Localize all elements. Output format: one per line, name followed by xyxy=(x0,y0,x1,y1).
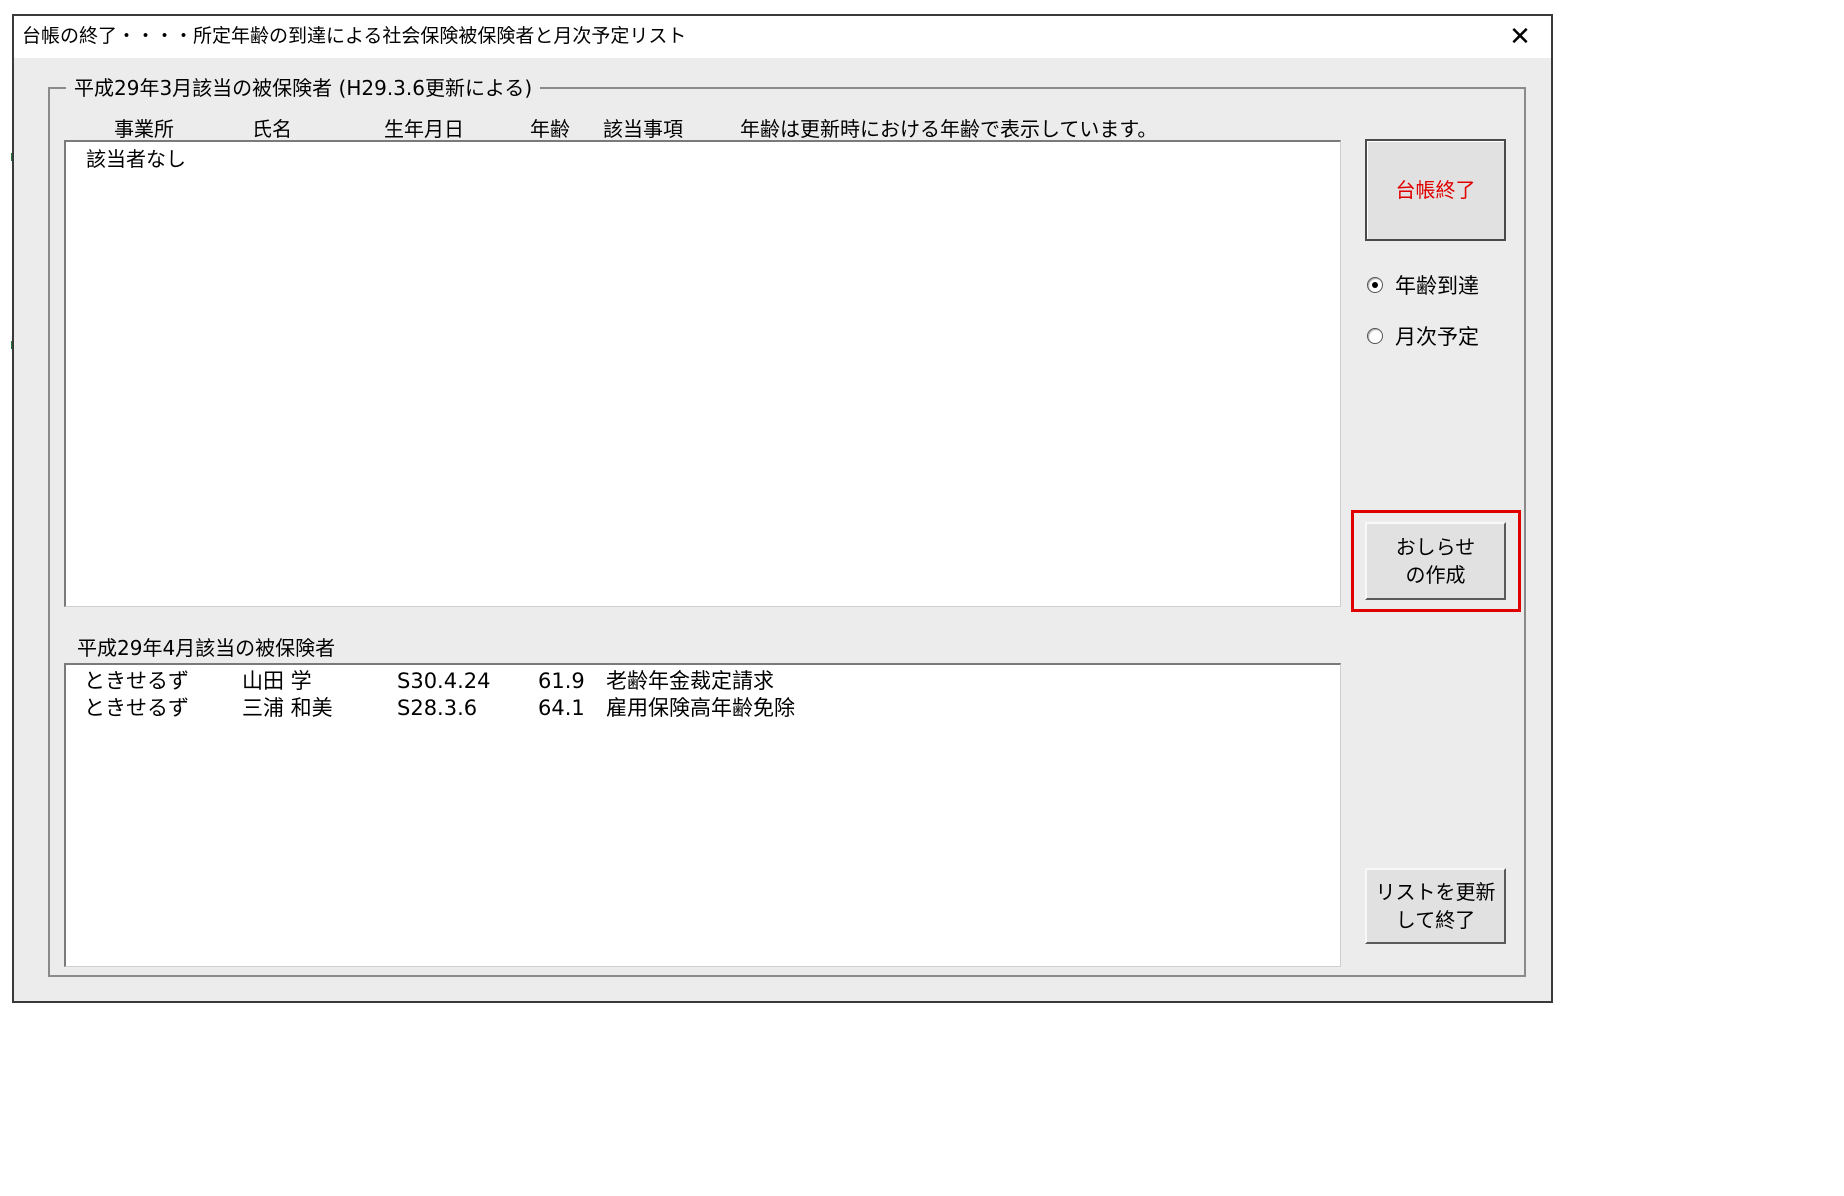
spreadsheet-edge xyxy=(0,0,13,1010)
group-legend: 平成29年3月該当の被保険者 (H29.3.6更新による) xyxy=(66,75,541,101)
name-cell: 山田 学 xyxy=(242,669,312,693)
radio-selected-icon[interactable] xyxy=(1367,277,1383,293)
birthdate-cell: S28.3.6 xyxy=(397,696,478,720)
item-cell: 老齢年金裁定請求 xyxy=(606,669,774,693)
birthdate-cell: S30.4.24 xyxy=(397,669,491,693)
age-note: 年齢は更新時における年齢で表示しています。 xyxy=(740,117,1158,141)
radio-unselected-icon[interactable] xyxy=(1367,328,1383,344)
end-ledger-button[interactable]: 台帳終了 xyxy=(1365,139,1506,241)
list-item[interactable]: ときせるず 三浦 和美 S28.3.6 64.1 雇用保険高年齢免除 xyxy=(66,695,1340,722)
update-and-exit-button[interactable]: リストを更新 して終了 xyxy=(1365,868,1506,944)
april-list-title: 平成29年4月該当の被保険者 xyxy=(77,636,336,660)
name-cell: 三浦 和美 xyxy=(242,696,333,720)
radio-monthly-plan[interactable]: 月次予定 xyxy=(1367,323,1527,353)
window-title: 台帳の終了・・・・所定年齢の到達による社会保険被保険者と月次予定リスト xyxy=(22,25,687,47)
list-item[interactable]: ときせるず 山田 学 S30.4.24 61.9 老齢年金裁定請求 xyxy=(66,668,1340,695)
office-cell: ときせるず xyxy=(84,669,189,693)
item-cell: 雇用保険高年齢免除 xyxy=(606,696,795,720)
radio-label: 年齢到達 xyxy=(1395,274,1479,298)
radio-label: 月次予定 xyxy=(1395,325,1479,349)
office-cell: ときせるず xyxy=(84,696,189,720)
march-list[interactable]: 該当者なし xyxy=(64,140,1341,607)
age-cell: 61.9 xyxy=(538,669,585,693)
column-header-birthdate: 生年月日 xyxy=(384,117,464,141)
april-list[interactable]: ときせるず 山田 学 S30.4.24 61.9 老齢年金裁定請求 ときせるず … xyxy=(64,663,1341,967)
empty-message: 該当者なし xyxy=(86,147,186,171)
radio-age-reached[interactable]: 年齢到達 xyxy=(1367,272,1527,302)
age-cell: 64.1 xyxy=(538,696,585,720)
column-header-name: 氏名 xyxy=(252,117,292,141)
column-header-office: 事業所 xyxy=(114,117,174,141)
make-notice-button[interactable]: おしらせ の作成 xyxy=(1365,522,1506,600)
column-header-age: 年齢 xyxy=(530,117,570,141)
close-icon[interactable]: ✕ xyxy=(1503,20,1537,54)
column-header-item: 該当事項 xyxy=(603,117,683,141)
title-bar[interactable]: 台帳の終了・・・・所定年齢の到達による社会保険被保険者と月次予定リスト ✕ xyxy=(14,16,1551,58)
dialog-window: 台帳の終了・・・・所定年齢の到達による社会保険被保険者と月次予定リスト ✕ 平成… xyxy=(12,14,1553,1003)
